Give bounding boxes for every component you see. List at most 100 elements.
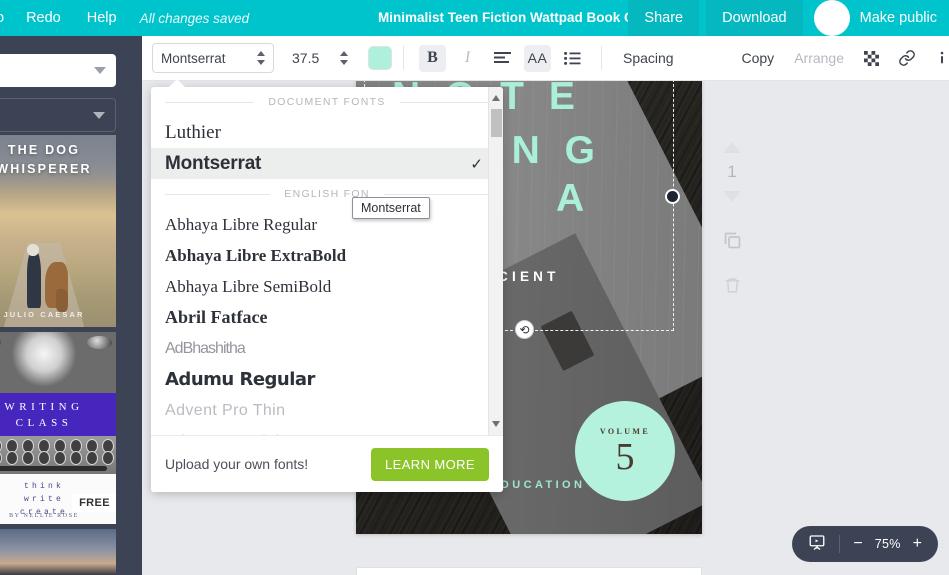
present-button[interactable] <box>805 533 829 555</box>
font-option-luthier[interactable]: Luthier <box>151 117 503 148</box>
trash-icon <box>724 278 740 293</box>
font-option-abhaya-libre-semibold[interactable]: Abhaya Libre SemiBold <box>151 271 503 302</box>
chevron-up-down-icon <box>257 50 266 66</box>
template-thumbnail[interactable]: THE DOG WHISPERER JULIO CAESAR <box>0 135 116 327</box>
volume-label: VOLUME <box>599 426 651 436</box>
font-tooltip: Montserrat <box>352 197 430 219</box>
transparency-icon <box>864 50 879 66</box>
font-option-abhaya-libre-regular[interactable]: Abhaya Libre Regular <box>151 209 503 240</box>
font-list[interactable]: DOCUMENT FONTS Luthier Montserrat ✓ ENGL… <box>151 87 503 435</box>
template-title: THE DOG WHISPERER <box>0 141 116 179</box>
page-rail: 1 <box>702 136 762 300</box>
link-button[interactable] <box>893 45 920 72</box>
text-case-icon: AA <box>527 50 548 66</box>
font-size-input[interactable]: 37.5 <box>284 43 356 73</box>
top-bar-left-group: o Redo Help All changes saved <box>0 0 259 36</box>
typewriter-knob-icon <box>0 336 1 349</box>
font-option-montserrat[interactable]: Montserrat ✓ <box>151 148 503 179</box>
page-up-arrow-icon[interactable] <box>723 142 741 153</box>
template-typewriter-keys <box>0 435 116 475</box>
template-thumbnail[interactable]: WRITING CLASS think write create BY NELL… <box>0 332 116 524</box>
zoom-divider <box>839 535 841 553</box>
font-option-advent-pro-thin[interactable]: Advent Pro Thin <box>151 395 503 426</box>
template-title-line-2: WHISPERER <box>0 162 92 176</box>
font-family-select[interactable]: Montserrat <box>152 43 274 73</box>
resize-handle[interactable] <box>667 191 678 202</box>
volume-number: 5 <box>615 435 635 478</box>
dropdown-pointer <box>168 79 186 88</box>
chevron-down-icon <box>93 112 105 119</box>
page-down-arrow-icon[interactable] <box>723 191 741 202</box>
check-icon: ✓ <box>470 155 483 173</box>
download-button[interactable]: Download <box>706 0 803 36</box>
delete-page-button[interactable] <box>723 276 742 300</box>
align-left-icon <box>494 51 511 63</box>
help-button[interactable]: Help <box>74 0 130 36</box>
template-word-1: think <box>23 481 64 491</box>
text-toolbar: Montserrat 37.5 B I AA Spacing Copy Arra… <box>142 36 949 81</box>
list-button[interactable] <box>559 45 586 72</box>
typewriter-key-row <box>0 451 116 466</box>
transparency-button[interactable] <box>858 45 885 72</box>
document-title[interactable]: Minimalist Teen Fiction Wattpad Book C..… <box>378 0 645 36</box>
font-dropdown-footer: Upload your own fonts! LEARN MORE <box>151 435 503 492</box>
scroll-up-arrow-icon[interactable] <box>492 95 500 101</box>
italic-button[interactable]: I <box>454 45 481 72</box>
typewriter-knob-icon <box>87 336 112 349</box>
italic-icon: I <box>464 49 471 66</box>
info-icon <box>940 51 943 64</box>
info-button[interactable] <box>928 45 949 72</box>
spacing-button[interactable]: Spacing <box>613 50 684 66</box>
filter-dropdown[interactable] <box>0 98 116 132</box>
font-option-advent-pro-light[interactable]: Advent Pro Light <box>151 426 503 436</box>
search-input[interactable] <box>0 54 116 87</box>
font-option-abhaya-libre-extrabold[interactable]: Abhaya Libre ExtraBold <box>151 240 503 271</box>
zoom-level: 75% <box>874 537 901 551</box>
typewriter-space-bar <box>0 466 108 471</box>
page-number: 1 <box>727 162 737 181</box>
save-status-text: All changes saved <box>139 10 250 26</box>
avatar[interactable] <box>813 0 850 36</box>
present-icon <box>809 535 825 550</box>
canva-editor-window: o Redo Help All changes saved Minimalist… <box>0 0 949 575</box>
rotate-handle[interactable]: ⟲ <box>515 320 534 339</box>
font-size-value: 37.5 <box>292 50 320 66</box>
volume-badge[interactable]: VOLUME 5 <box>575 401 675 501</box>
font-list-scrollbar[interactable] <box>488 87 503 435</box>
template-title-line-2: CLASS <box>15 416 73 429</box>
toolbar-divider <box>403 46 404 70</box>
share-button[interactable]: Share <box>628 0 700 36</box>
design-page-next[interactable] <box>356 567 702 575</box>
free-badge: FREE <box>72 494 116 512</box>
copy-button[interactable]: Copy <box>732 50 785 66</box>
chevron-down-icon <box>94 67 106 74</box>
upload-fonts-text: Upload your own fonts! <box>165 456 309 472</box>
top-bar-right-group: Share Download Make public <box>628 0 949 36</box>
scroll-down-arrow-icon[interactable] <box>492 421 500 427</box>
text-color-swatch[interactable] <box>368 46 392 70</box>
align-button[interactable] <box>489 45 516 72</box>
template-title-line-1: THE DOG <box>7 143 81 157</box>
chevron-up-down-icon <box>340 50 349 66</box>
section-header-english-fonts: ENGLISH FON <box>151 179 503 209</box>
font-option-abril-fatface[interactable]: Abril Fatface <box>151 302 503 333</box>
template-thumbnail[interactable] <box>0 529 116 575</box>
duplicate-icon <box>724 232 740 249</box>
template-word-2: write <box>23 494 64 504</box>
font-option-adbhashitha[interactable]: AdBhashitha <box>151 333 503 364</box>
font-dropdown-panel[interactable]: DOCUMENT FONTS Luthier Montserrat ✓ ENGL… <box>151 87 503 492</box>
learn-more-button[interactable]: LEARN MORE <box>371 447 489 481</box>
text-case-button[interactable]: AA <box>524 44 551 72</box>
zoom-out-button[interactable]: − <box>850 536 865 552</box>
undo-button[interactable]: o <box>0 0 13 36</box>
make-public-button[interactable]: Make public <box>850 0 949 36</box>
duplicate-page-button[interactable] <box>722 230 743 256</box>
template-hat-shape <box>27 244 39 256</box>
font-option-adumu-regular[interactable]: Adumu Regular <box>151 364 503 395</box>
zoom-in-button[interactable]: + <box>910 536 925 552</box>
template-author: JULIO CAESAR <box>3 310 85 319</box>
scrollbar-thumb[interactable] <box>491 109 502 137</box>
section-header-document-fonts: DOCUMENT FONTS <box>151 87 503 117</box>
bold-button[interactable]: B <box>419 44 446 72</box>
redo-button[interactable]: Redo <box>13 0 74 36</box>
